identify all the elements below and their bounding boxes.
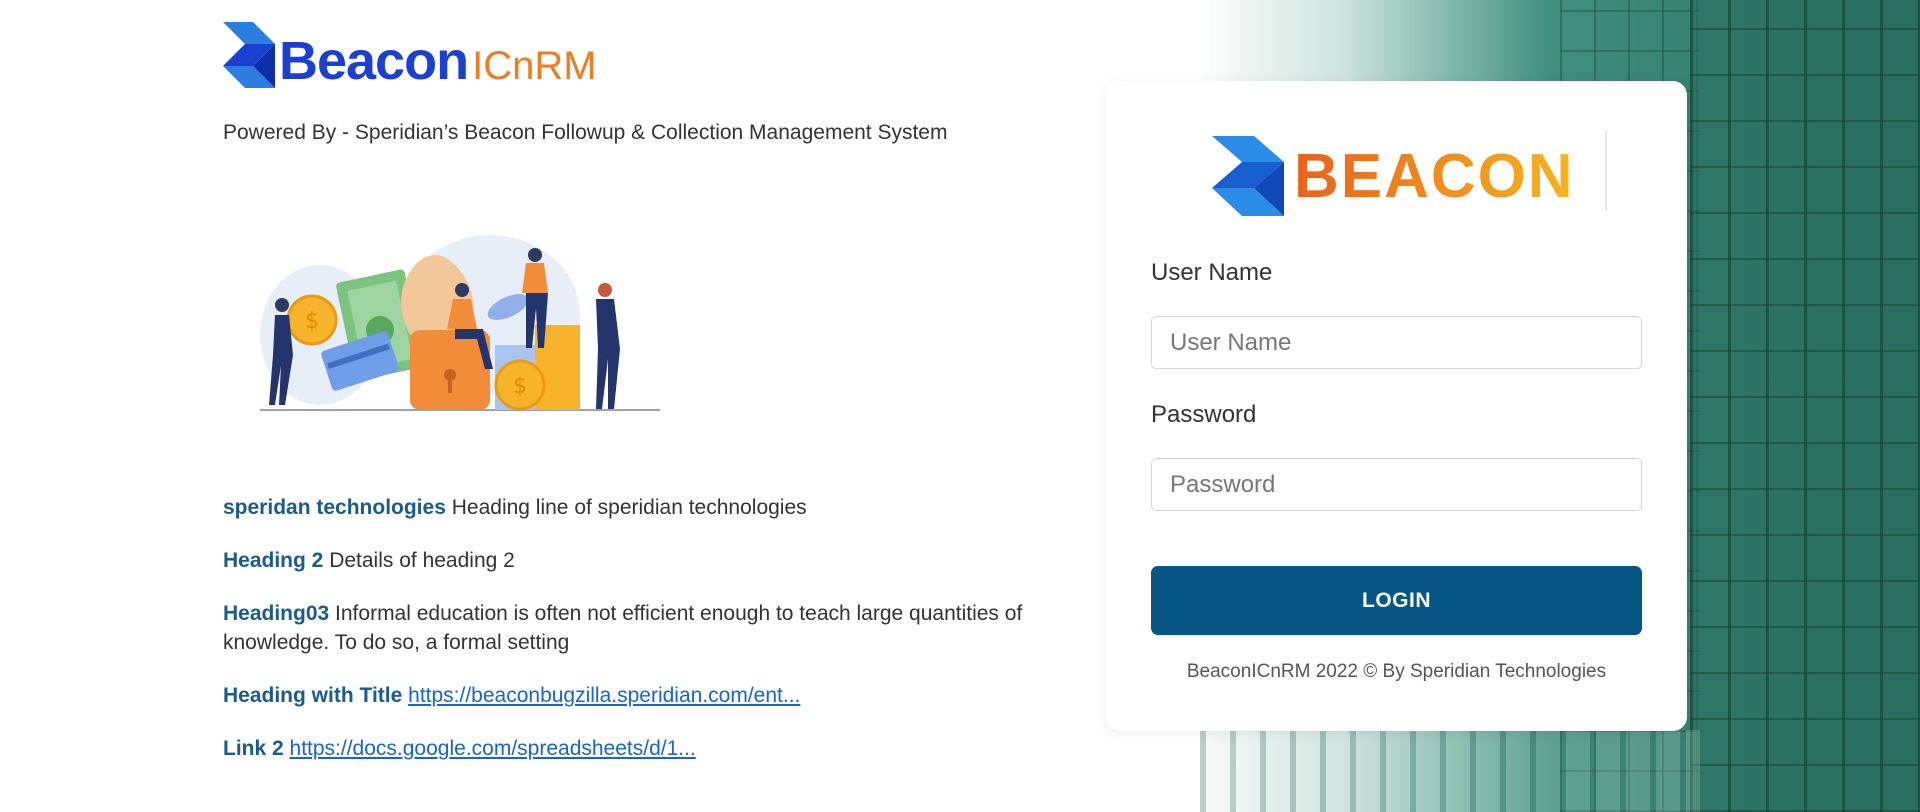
building-facade-right	[1690, 0, 1920, 812]
info-heading: speridan technologies	[223, 496, 446, 519]
svg-text:$: $	[513, 374, 527, 399]
beacon-logo-icon	[1212, 136, 1284, 216]
password-input[interactable]	[1151, 458, 1642, 511]
info-row: speridan technologies Heading line of sp…	[223, 493, 1043, 522]
info-heading: Heading03	[223, 602, 330, 625]
info-row: Heading with Title https://beaconbugzill…	[223, 681, 1043, 710]
info-row: Link 2 https://docs.google.com/spreadshe…	[223, 734, 1043, 763]
card-logo-text: BEACON	[1294, 141, 1575, 211]
brand-logo: Beacon ICnRM	[223, 22, 597, 88]
card-logo: BEACON	[1212, 131, 1607, 221]
powered-by-text: Powered By - Speridian’s Beacon Followup…	[223, 121, 948, 144]
info-row: Heading 2 Details of heading 2	[223, 546, 1043, 575]
info-text: Informal education is often not efficien…	[223, 602, 1023, 654]
info-section: speridan technologies Heading line of sp…	[223, 493, 1043, 787]
username-label: User Name	[1151, 259, 1273, 286]
info-text: Details of heading 2	[329, 549, 515, 572]
info-row: Heading03 Informal education is often no…	[223, 599, 1043, 657]
info-text: Heading line of speridian technologies	[451, 496, 807, 519]
bugzilla-link[interactable]: https://beaconbugzilla.speridian.com/ent…	[408, 684, 800, 707]
login-card: BEACON User Name Password LOGIN BeaconIC…	[1106, 81, 1687, 731]
brand-name: Beacon	[279, 31, 469, 91]
finance-illustration: $ $	[260, 235, 660, 411]
brand-suffix: ICnRM	[472, 44, 597, 88]
info-heading: Heading with Title	[223, 684, 403, 707]
svg-text:$: $	[305, 309, 319, 334]
info-heading: Link 2	[223, 737, 284, 760]
info-heading: Heading 2	[223, 549, 324, 572]
logo-separator	[1605, 131, 1607, 211]
password-label: Password	[1151, 401, 1257, 428]
spreadsheet-link[interactable]: https://docs.google.com/spreadsheets/d/1…	[290, 737, 696, 760]
copyright-footer: BeaconICnRM 2022 © By Speridian Technolo…	[1186, 661, 1607, 682]
background-floor	[1200, 730, 1700, 812]
username-input[interactable]	[1151, 316, 1642, 369]
beacon-logo-icon	[223, 22, 275, 88]
login-button[interactable]: LOGIN	[1151, 566, 1642, 635]
